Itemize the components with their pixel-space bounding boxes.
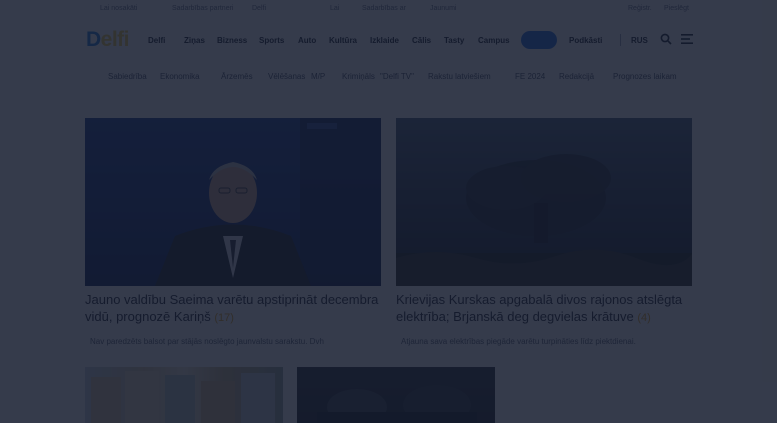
nav-item-tasty[interactable]: Tasty — [444, 36, 464, 45]
nav-item-kultura[interactable]: Kultūra — [329, 36, 357, 45]
article-title[interactable]: Jauno valdību Saeima varētu apstiprināt … — [85, 291, 381, 327]
nav-item-auto[interactable]: Auto — [298, 36, 316, 45]
topbar-link-3[interactable]: Delfi — [252, 5, 266, 12]
topbar-link-6[interactable]: Jaunumi — [430, 5, 456, 12]
nav-divider — [620, 34, 621, 46]
logo-letter: D — [86, 28, 101, 51]
subnav-item[interactable]: Ārzemēs — [221, 72, 253, 81]
article-image[interactable] — [85, 118, 381, 286]
subnav-item[interactable]: Rakstu latviešiem — [428, 72, 491, 81]
logo-rest: elfi — [100, 28, 130, 51]
nav-item-izklaide[interactable]: Izklaide — [370, 36, 399, 45]
nav-item-sports[interactable]: Sports — [259, 36, 284, 45]
subnav-item[interactable]: Krimiņāls — [342, 72, 375, 81]
article-lead: Nav paredzēts balsot par stājās noslēgto… — [90, 337, 324, 346]
smoke-photo — [396, 154, 692, 286]
topbar-link-5[interactable]: Sadarbības ar — [362, 5, 406, 12]
page: Lai nosakāti Sadarbības partneri Delfi L… — [0, 0, 777, 423]
delfi-logo[interactable]: Delfi — [86, 28, 130, 52]
login-link[interactable]: Pieslēgt — [664, 5, 689, 12]
nav-item-podcasts[interactable]: Podkāsti — [569, 36, 602, 45]
topbar-link-4[interactable]: Lai — [330, 5, 339, 12]
article-card[interactable] — [85, 367, 283, 423]
comment-count[interactable]: (4) — [637, 312, 650, 324]
subnav-item[interactable]: FE 2024 — [515, 72, 545, 81]
nav-item-zinas[interactable]: Ziņas — [184, 36, 205, 45]
article-lead: Atjauna sava elektrības piegāde varētu t… — [401, 337, 636, 346]
subnav-item[interactable]: Prognozes laikam — [613, 72, 677, 81]
article-card[interactable] — [297, 367, 495, 423]
article-card[interactable]: Jauno valdību Saeima varētu apstiprināt … — [85, 118, 381, 348]
topbar-link-2[interactable]: Sadarbības partneri — [172, 5, 233, 12]
subnav-item[interactable]: Vēlēšanas — [268, 72, 305, 81]
nav-item-calis[interactable]: Cālis — [412, 36, 431, 45]
subnav-item[interactable]: Redakcijā — [559, 72, 594, 81]
banknotes-photo — [91, 371, 275, 423]
nav-item-bizness[interactable]: Bizness — [217, 36, 247, 45]
register-link[interactable]: Reģistr. — [628, 5, 652, 12]
menu-icon[interactable] — [681, 34, 693, 44]
subnav-item[interactable]: M/P — [311, 72, 325, 81]
search-icon[interactable] — [660, 33, 672, 45]
politician-photo — [155, 118, 381, 286]
night-scene-photo — [317, 385, 477, 423]
main-header: Delfi Delfi Ziņas Bizness Sports Auto Ku… — [0, 26, 777, 54]
nav-item-delfi[interactable]: Delfi — [148, 36, 165, 45]
subnav-item[interactable]: Ekonomika — [160, 72, 200, 81]
top-utility-bar: Lai nosakāti Sadarbības partneri Delfi L… — [0, 0, 777, 18]
article-image[interactable] — [297, 367, 495, 423]
topbar-link-1[interactable]: Lai nosakāti — [100, 5, 137, 12]
comment-count[interactable]: (17) — [214, 312, 234, 324]
nav-item-campus[interactable]: Campus — [478, 36, 510, 45]
article-title[interactable]: Krievijas Kurskas apgabalā divos rajonos… — [396, 291, 692, 327]
article-image[interactable] — [85, 367, 283, 423]
subnav-item[interactable]: Sabiedrība — [108, 72, 147, 81]
article-image[interactable] — [396, 118, 692, 286]
language-switch-rus[interactable]: RUS — [631, 36, 648, 45]
featured-pill-button[interactable] — [521, 31, 557, 49]
subnav-item[interactable]: "Delfi TV" — [380, 72, 414, 81]
article-card[interactable]: Krievijas Kurskas apgabalā divos rajonos… — [396, 118, 692, 348]
